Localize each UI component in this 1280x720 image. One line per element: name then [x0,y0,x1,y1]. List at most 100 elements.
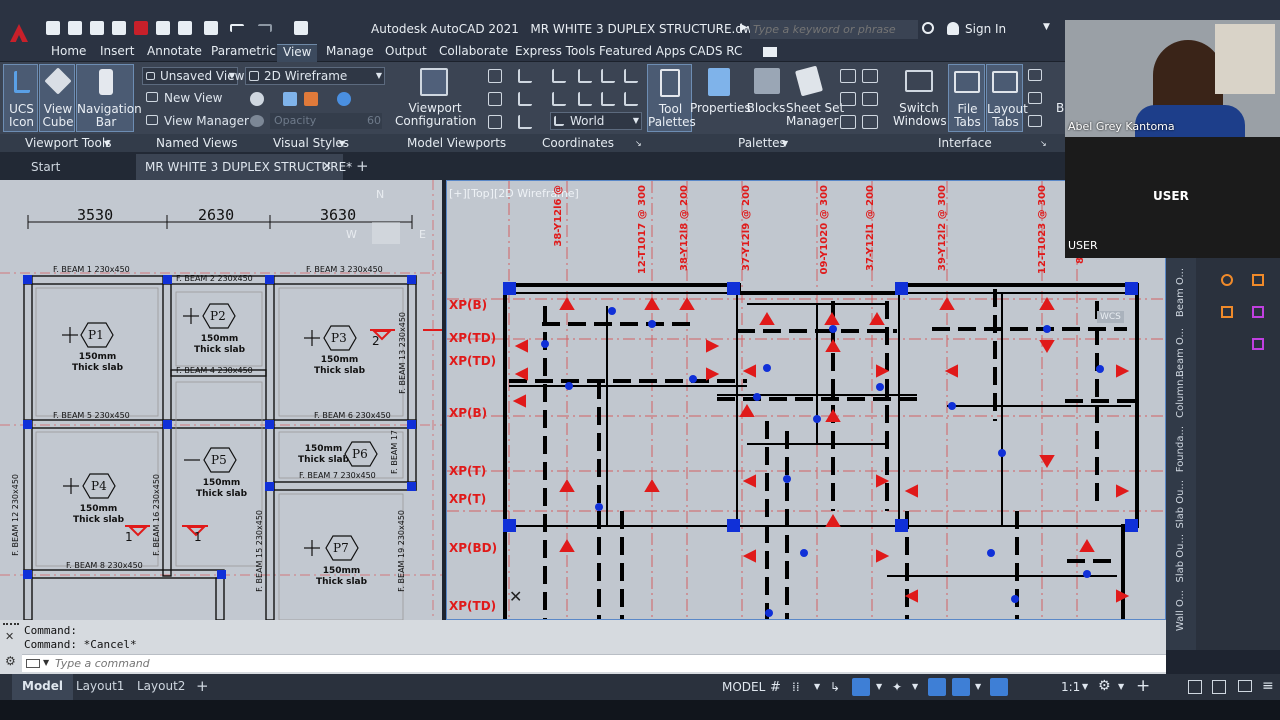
tab-parametric[interactable]: Parametric [211,44,276,62]
external-refs-icon[interactable] [862,115,878,129]
palette-tab-foundation[interactable]: Founda... [1175,426,1186,472]
ucs-icon-button[interactable]: UCS Icon [3,64,38,132]
named-viewports-icon[interactable] [488,69,502,83]
visual-style-select[interactable]: 2D Wireframe ▼ [245,67,385,85]
tab-collaborate[interactable]: Collaborate [439,44,508,62]
new-tab-icon[interactable]: + [356,157,369,175]
chevron-down-icon[interactable]: ▼ [876,682,882,691]
isodraft-icon[interactable] [928,678,946,696]
chevron-down-icon[interactable]: ▼ [339,139,345,148]
shading-icon[interactable] [337,92,351,106]
panel-viewport-tools[interactable]: Viewport Tools [25,136,111,150]
lighting-icon[interactable] [283,92,297,106]
model-space-button[interactable]: MODEL [722,680,765,694]
annotation-icon[interactable] [990,678,1008,696]
new-view-button[interactable]: New View [164,91,222,105]
tab-manage[interactable]: Manage [326,44,374,62]
undo-icon[interactable] [230,24,244,32]
navigation-bar-button[interactable]: Navigation Bar [76,64,142,132]
dynamic-input-icon[interactable] [852,678,870,696]
redo-icon[interactable] [258,24,272,32]
sign-in-link[interactable]: Sign In [965,22,1006,36]
tab-home[interactable]: Home [51,44,86,62]
command-input-box[interactable]: ▼ [22,654,1166,672]
wcs-indicator[interactable]: WCS [1097,311,1124,323]
ucs-face-icon[interactable] [578,92,592,106]
panel-palettes[interactable]: Palettes [738,136,786,150]
tab-view[interactable]: View [277,44,318,62]
chevron-down-icon[interactable]: ▼ [814,682,820,691]
chevron-down-icon[interactable]: ▼ [782,139,788,148]
tool-icon[interactable] [1221,306,1233,318]
properties-button[interactable]: Properties [690,64,751,132]
join-viewports-icon[interactable] [488,92,502,106]
panel-launcher-icon[interactable]: ↘ [635,139,642,148]
layout-tabs-button[interactable]: Layout Tabs [986,64,1028,132]
add-layout-icon[interactable]: + [196,677,209,695]
chevron-down-icon[interactable]: ▼ [912,682,918,691]
osnap-icon[interactable] [952,678,970,696]
chevron-right-icon[interactable]: ▶ [740,22,748,33]
share-icon[interactable] [156,21,170,35]
customize-icon[interactable]: ⚙ [5,654,16,668]
panel-launcher-icon[interactable]: ↘ [1040,139,1047,148]
tool-icon[interactable] [1252,338,1264,350]
ucs-view-icon[interactable] [518,92,532,106]
command-line-icon[interactable] [840,69,856,83]
ucs-y-icon[interactable] [601,69,615,83]
annotation-scale[interactable]: 1:1 [1061,680,1080,694]
ucs-axis-icon[interactable] [518,69,532,83]
isolate-icon[interactable] [1188,680,1202,694]
hardware-icon[interactable] [1212,680,1226,694]
add-icon[interactable]: + [1136,676,1150,696]
palette-tab-column[interactable]: Column... [1175,370,1186,418]
switch-windows-button[interactable]: Switch Windows [893,64,947,132]
tool-icon[interactable] [1252,306,1264,318]
workspace-gear-icon[interactable]: ⚙ [1098,678,1111,694]
ucs-world-icon[interactable] [518,115,532,129]
save-as-icon[interactable] [204,21,218,35]
restore-viewports-icon[interactable] [488,115,502,129]
palette-tab-slab-ou[interactable]: Slab Ou... [1175,480,1186,529]
tool-palettes-button[interactable]: Tool Palettes [647,64,696,132]
tab-featured-apps[interactable]: Featured Apps [599,44,685,62]
chevron-down-icon[interactable]: ▼ [43,658,49,667]
color-icon[interactable] [304,92,318,106]
tool-icon[interactable] [1221,274,1233,286]
layout-tab-model[interactable]: Model [12,674,74,700]
ucs-object-icon[interactable] [552,92,566,106]
chevron-down-icon[interactable]: ▼ [975,682,981,691]
polar-icon[interactable]: ✦ [892,680,902,694]
search-icon[interactable] [922,22,934,34]
tab-output[interactable]: Output [385,44,427,62]
grid-icon[interactable]: # [770,680,781,695]
panel-visual-styles[interactable]: Visual Styles [273,136,349,150]
tab-annotate[interactable]: Annotate [147,44,202,62]
snap-icon[interactable]: ⁞⁞ [792,680,800,694]
chevron-down-icon[interactable]: ▼ [1043,22,1050,32]
sheet-set-manager-button[interactable]: Sheet Set Manager [786,64,844,132]
drawing-tab[interactable]: MR WHITE 3 DUPLEX STRUCTURE* ✕ [136,154,352,180]
layout-tab-layout1[interactable]: Layout1 [76,679,124,693]
command-input[interactable] [55,656,455,671]
open-icon[interactable] [68,21,82,35]
ucs-x-icon[interactable] [578,69,592,83]
new-icon[interactable] [46,21,60,35]
right-viewport[interactable]: [+][Top][2D Wireframe] 38-Y12l6 @ 12-T10… [446,180,1166,620]
opacity-slider[interactable]: Opacity 60 [270,113,382,129]
ucs-3point-icon[interactable] [601,92,615,106]
search-input[interactable] [750,20,918,39]
infer-icon[interactable]: ↳ [830,680,840,694]
view-manager-button[interactable]: View Manager [164,114,249,128]
chevron-down-icon[interactable]: ▼ [1118,682,1124,691]
start-tab[interactable]: Start [31,160,60,174]
viewport-configuration-button[interactable]: Viewport Configuration [395,64,476,132]
ucs-z-icon[interactable] [624,69,638,83]
close-icon[interactable]: ✕ [322,159,332,173]
plot-icon[interactable] [294,21,308,35]
markup-icon[interactable] [840,92,856,106]
print-icon[interactable] [178,21,192,35]
fullscreen-icon[interactable] [1238,680,1252,692]
blocks-button[interactable]: Blocks [746,64,786,132]
view-cube-button[interactable]: View Cube [39,64,75,132]
